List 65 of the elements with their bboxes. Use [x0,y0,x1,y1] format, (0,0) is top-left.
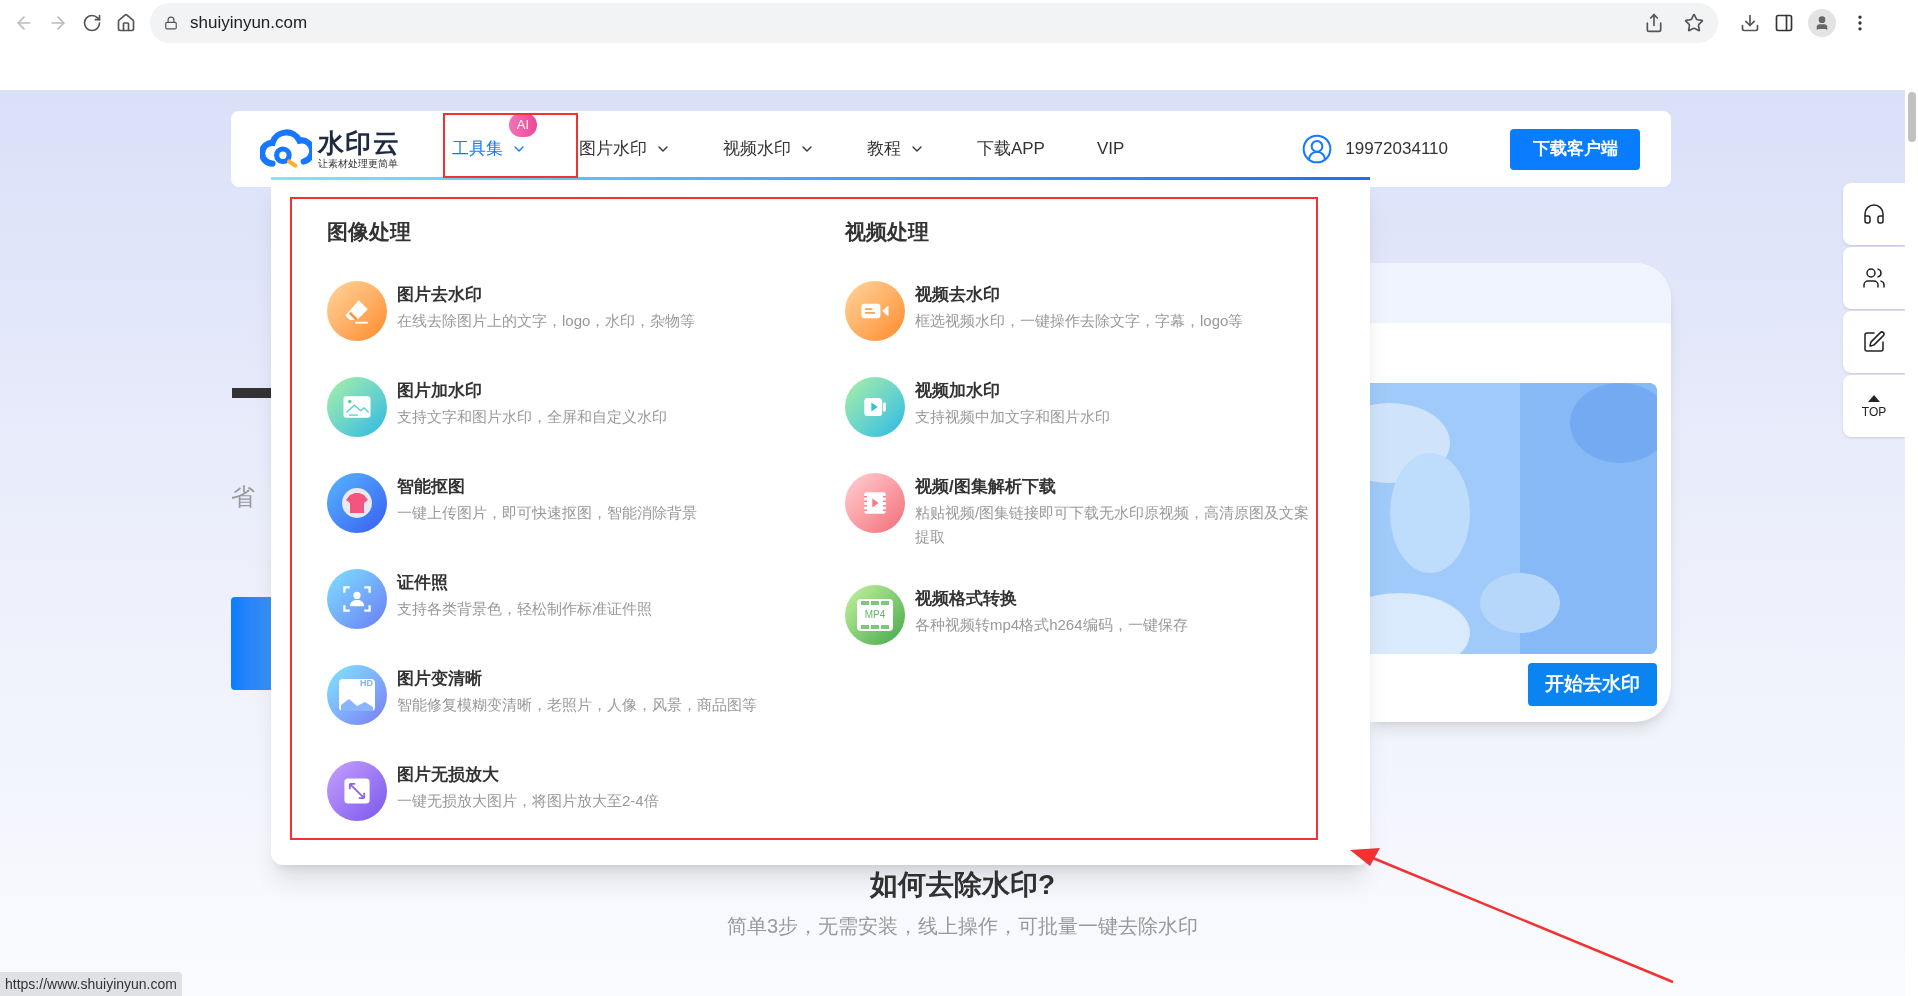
account-number[interactable]: 19972034110 [1345,136,1448,162]
users-icon [1862,266,1886,290]
tool-description: 框选视频水印，一键操作去除文字，字幕，logo等 [915,311,1244,331]
tool-link[interactable]: 视频格式转换 [915,587,1017,611]
portrait-icon [327,569,387,629]
share-icon[interactable] [1644,12,1664,33]
tool-description: 支持各类背景色，轻松制作标准证件照 [397,599,652,619]
expand-icon [327,761,387,821]
tool-description: 支持文字和图片水印，全屏和自定义水印 [397,407,667,427]
tool-description: 一键上传图片，即可快速抠图，智能消除背景 [397,503,697,523]
up-triangle-icon [1868,394,1880,402]
image-icon [327,377,387,437]
status-url: https://www.shuiyinyun.com [0,972,182,996]
tool-description: 各种视频转mp4格式h264编码，一键保存 [915,615,1188,635]
download-client-button[interactable]: 下载客户端 [1510,128,1640,170]
ai-badge: AI [508,113,537,137]
logo-tagline: 让素材处理更简单 [318,158,399,169]
edit-icon [1862,330,1886,354]
lock-icon [164,15,178,30]
cloud-logo-icon [260,128,312,170]
back-to-top-button[interactable]: TOP [1843,375,1905,437]
tool-link[interactable]: 图片加水印 [397,379,482,403]
section-title: 如何去除水印? [869,869,1056,901]
tool-link[interactable]: 图片无损放大 [397,763,499,787]
tool-description: 在线去除图片上的文字，logo，水印，杂物等 [397,311,696,331]
tool-link[interactable]: 图片变清晰 [397,667,482,691]
section-subtitle: 简单3步，无需安装，线上操作，可批量一键去除水印 [726,914,1199,939]
headset-icon [1862,202,1886,226]
address-bar[interactable]: shuiyinyun.com [150,2,1718,43]
nav-tab[interactable]: VIP [1074,111,1147,187]
tool-description: 一键无损放大图片，将图片放大至2-4倍 [397,791,659,811]
side-tool-button[interactable] [1843,247,1905,309]
side-panel-icon[interactable] [1774,12,1794,33]
shirt-icon [327,473,387,533]
heading-fragment [232,388,271,398]
reload-icon[interactable] [82,12,102,33]
tool-link[interactable]: 智能抠图 [397,475,465,499]
category-heading: 图像处理 [327,219,412,245]
nav-tab[interactable]: 下载APP [954,111,1067,187]
video-camera-icon [845,281,905,341]
hero-subtitle: 省 [231,482,256,512]
start-remove-button[interactable]: 开始去水印 [1528,663,1657,706]
tool-link[interactable]: 证件照 [397,571,448,595]
tool-description: 粘贴视频/图集链接即可下载无水印原视频，高清原图及文案提取 [915,503,1311,547]
eraser-icon [327,281,387,341]
user-icon [1301,133,1334,165]
tool-link[interactable]: 视频加水印 [915,379,1000,403]
tool-link[interactable]: 视频去水印 [915,283,1000,307]
film-icon [845,473,905,533]
home-icon[interactable] [116,12,136,33]
category-heading: 视频处理 [845,219,930,245]
tool-description: 支持视频中加文字和图片水印 [915,407,1110,427]
tool-description: 智能修复模糊变清晰，老照片，人像，风景，商品图等 [397,695,757,715]
play-icon [845,377,905,437]
url-text: shuiyinyun.com [190,11,308,34]
hd-image-icon: HD [327,665,387,725]
download-icon[interactable] [1740,12,1760,33]
bookmark-star-icon[interactable] [1684,12,1704,33]
profile-icon[interactable] [1808,8,1836,37]
side-tool-button[interactable] [1843,183,1905,245]
tool-link[interactable]: 视频/图集解析下载 [915,475,1056,499]
side-tool-button[interactable] [1843,311,1905,373]
logo-title: 水印云 [318,129,400,156]
tool-link[interactable]: 图片去水印 [397,283,482,307]
mp4-icon: MP4 [845,585,905,645]
